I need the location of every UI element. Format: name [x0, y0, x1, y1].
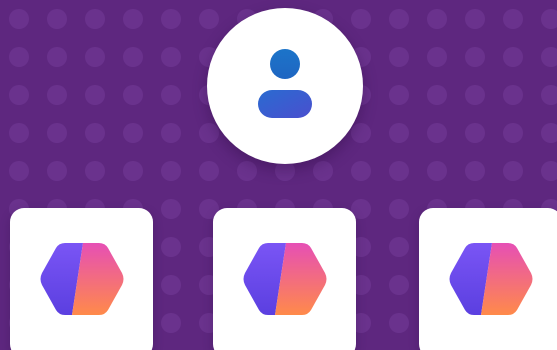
hexagon-app-icon	[40, 243, 124, 315]
app-tile-2[interactable]	[213, 208, 356, 350]
person-icon	[258, 49, 312, 118]
canvas	[0, 0, 557, 350]
app-tile-1[interactable]	[10, 208, 153, 350]
profile-avatar[interactable]	[207, 8, 363, 164]
hexagon-app-icon	[243, 243, 327, 315]
app-tile-3[interactable]	[419, 208, 557, 350]
hexagon-app-icon	[449, 243, 533, 315]
